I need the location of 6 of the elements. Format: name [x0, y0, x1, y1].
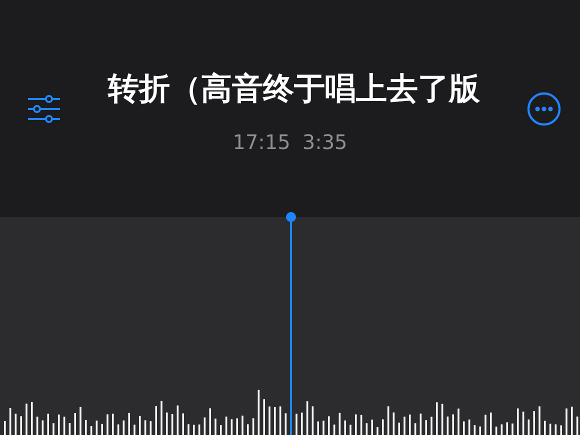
more-icon[interactable]	[527, 92, 561, 126]
recording-title: 转折（高音终于唱上去了版	[108, 70, 480, 109]
playhead[interactable]	[285, 212, 297, 435]
sliders-icon[interactable]	[27, 95, 61, 123]
recording-time: 17:15	[232, 130, 290, 154]
recording-duration: 3:35	[302, 130, 348, 154]
